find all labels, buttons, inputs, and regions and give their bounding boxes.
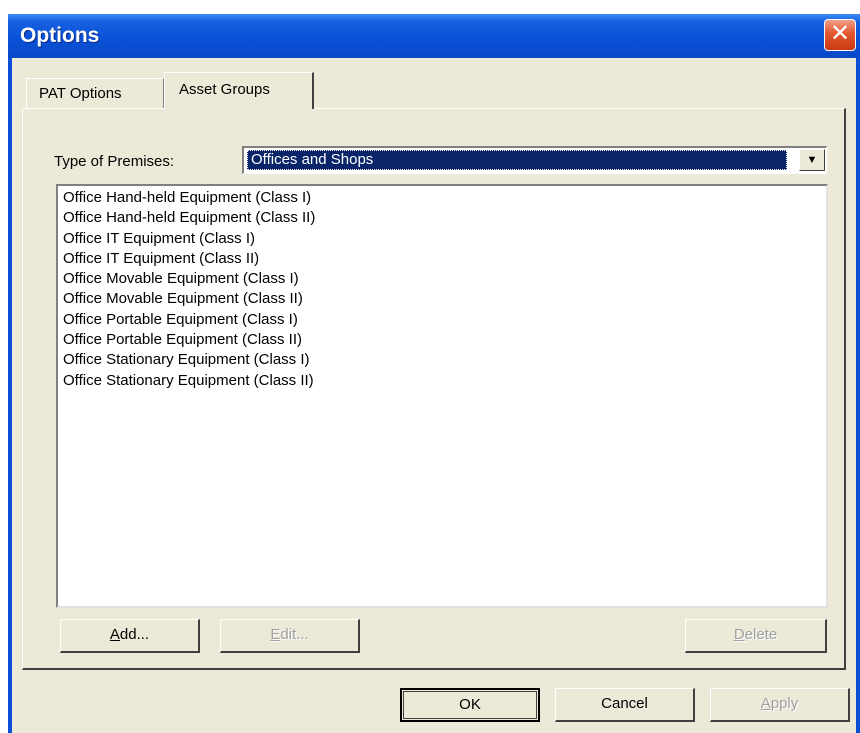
chevron-down-icon: ▼ xyxy=(806,154,818,166)
premises-selected-value: Offices and Shops xyxy=(247,150,787,170)
list-item[interactable]: Office Movable Equipment (Class II) xyxy=(63,289,826,309)
delete-mnemonic: D xyxy=(733,626,745,643)
list-item[interactable]: Office IT Equipment (Class I) xyxy=(63,229,826,249)
cancel-button[interactable]: Cancel xyxy=(555,688,695,722)
apply-button[interactable]: Apply xyxy=(710,688,850,722)
add-mnemonic: A xyxy=(109,626,120,643)
tab-asset-groups[interactable]: Asset Groups xyxy=(164,72,314,109)
apply-mnemonic: A xyxy=(760,695,771,712)
tab-pat-options[interactable]: PAT Options xyxy=(26,78,164,108)
list-item[interactable]: Office Hand-held Equipment (Class II) xyxy=(63,208,826,228)
options-dialog: Options ✕ PAT Options Asset Groups Type … xyxy=(8,14,860,733)
premises-select[interactable]: Offices and Shops ▼ xyxy=(242,146,827,174)
list-item[interactable]: Office IT Equipment (Class II) xyxy=(63,249,826,269)
edit-button[interactable]: Edit... xyxy=(220,619,360,653)
tab-label: PAT Options xyxy=(39,85,122,102)
list-item[interactable]: Office Hand-held Equipment (Class I) xyxy=(63,188,826,208)
list-item[interactable]: Office Stationary Equipment (Class I) xyxy=(63,350,826,370)
edit-mnemonic: E xyxy=(270,626,281,643)
list-item[interactable]: Office Movable Equipment (Class I) xyxy=(63,269,826,289)
list-item[interactable]: Office Portable Equipment (Class II) xyxy=(63,330,826,350)
close-icon: ✕ xyxy=(829,20,851,47)
dialog-body: PAT Options Asset Groups Type of Premise… xyxy=(12,58,856,733)
apply-label-rest: pply xyxy=(770,695,799,712)
title-bar[interactable]: Options ✕ xyxy=(8,14,860,58)
premises-label: Type of Premises: xyxy=(54,153,175,170)
list-item[interactable]: Office Portable Equipment (Class I) xyxy=(63,310,826,330)
close-button[interactable]: ✕ xyxy=(824,19,856,51)
add-button[interactable]: Add... xyxy=(60,619,200,653)
list-item[interactable]: Office Stationary Equipment (Class II) xyxy=(63,371,826,391)
dropdown-button[interactable]: ▼ xyxy=(799,149,825,171)
asset-groups-list[interactable]: Office Hand-held Equipment (Class I) Off… xyxy=(56,184,828,608)
delete-button[interactable]: Delete xyxy=(685,619,827,653)
delete-label-rest: elete xyxy=(744,626,778,643)
tab-label: Asset Groups xyxy=(179,81,270,98)
ok-button[interactable]: OK xyxy=(400,688,540,722)
add-label-rest: dd... xyxy=(119,626,150,643)
edit-label-rest: dit... xyxy=(280,626,309,643)
dialog-title: Options xyxy=(20,24,100,47)
